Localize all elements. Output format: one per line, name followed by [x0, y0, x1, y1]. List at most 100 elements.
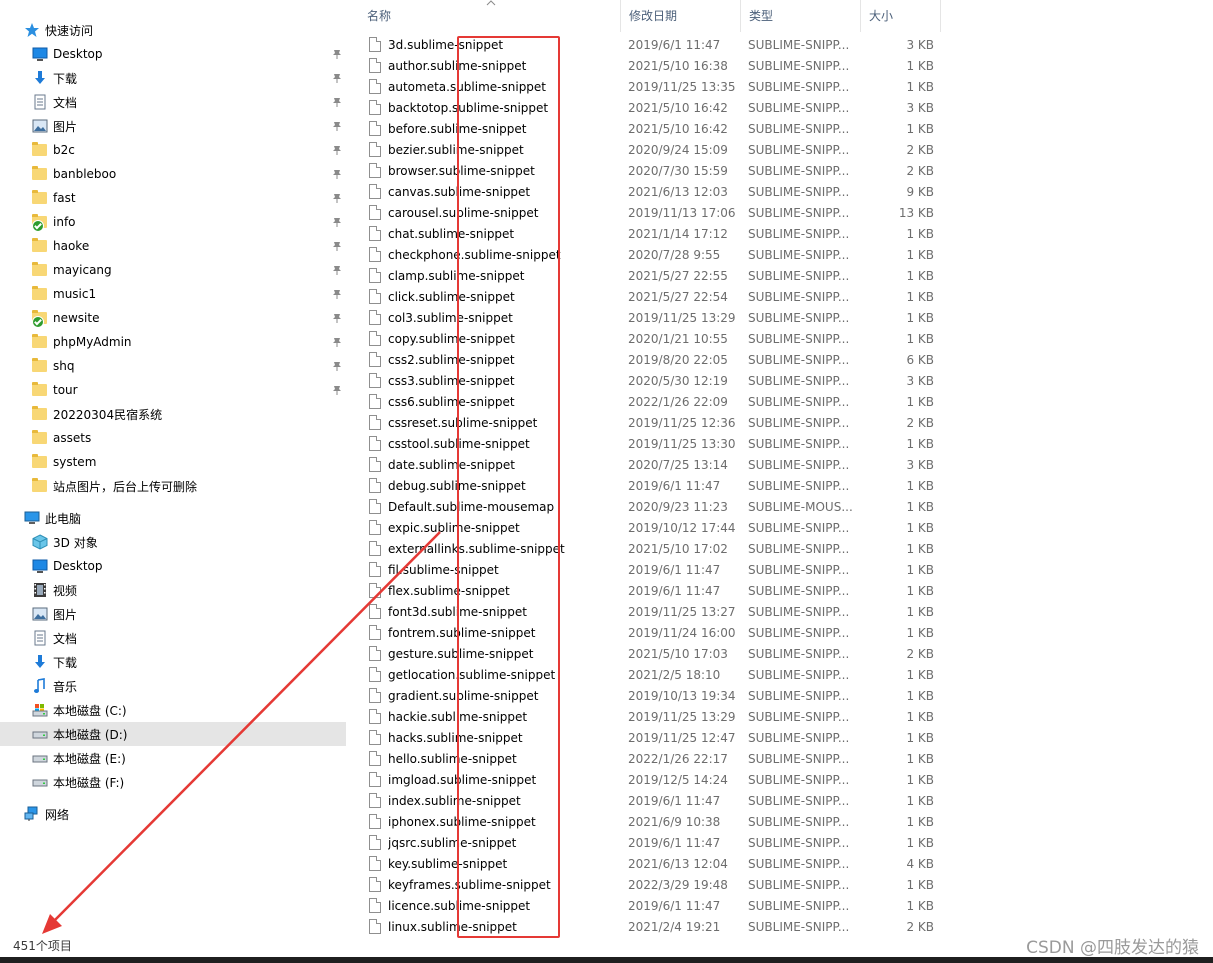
sidebar-item[interactable]: 网络	[0, 802, 346, 826]
pin-icon[interactable]	[331, 384, 343, 396]
file-row[interactable]: csstool.sublime-snippet 2019/11/25 13:30 S…	[348, 434, 943, 455]
file-row[interactable]: autometa.sublime-snippet 2019/11/25 13:35…	[348, 77, 943, 98]
sidebar-item[interactable]: Desktop	[0, 554, 346, 578]
sidebar-item[interactable]: shq	[0, 354, 346, 378]
pin-icon[interactable]	[331, 120, 343, 132]
sidebar-item[interactable]: fast	[0, 186, 346, 210]
sidebar-item[interactable]: 视频	[0, 578, 346, 602]
sidebar-item[interactable]: Desktop	[0, 42, 346, 66]
sidebar-item[interactable]: 本地磁盘 (D:)	[0, 722, 346, 746]
sidebar-item[interactable]: 本地磁盘 (C:)	[0, 698, 346, 722]
pin-icon[interactable]	[331, 312, 343, 324]
file-row[interactable]: fontrem.sublime-snippet 2019/11/24 16:00 S…	[348, 623, 943, 644]
sidebar-item[interactable]: mayicang	[0, 258, 346, 282]
file-row[interactable]: checkphone.sublime-snippet 2020/7/28 9:55…	[348, 245, 943, 266]
file-row[interactable]: copy.sublime-snippet 2020/1/21 10:55 SUBLI…	[348, 329, 943, 350]
pin-icon[interactable]	[331, 360, 343, 372]
file-row[interactable]: debug.sublime-snippet 2019/6/1 11:47 SUBLI…	[348, 476, 943, 497]
file-row[interactable]: backtotop.sublime-snippet 2021/5/10 16:42…	[348, 98, 943, 119]
file-row[interactable]: css6.sublime-snippet 2022/1/26 22:09 SUBLI…	[348, 392, 943, 413]
file-type: SUBLIME-SNIPP...	[748, 248, 850, 262]
sidebar-item[interactable]: tour	[0, 378, 346, 402]
file-row[interactable]: gradient.sublime-snippet 2019/10/13 19:34…	[348, 686, 943, 707]
sidebar-item[interactable]: 文档	[0, 626, 346, 650]
file-row[interactable]: css3.sublime-snippet 2020/5/30 12:19 SUBLI…	[348, 371, 943, 392]
sidebar-item[interactable]: 文档	[0, 90, 346, 114]
file-row[interactable]: carousel.sublime-snippet 2019/11/13 17:06…	[348, 203, 943, 224]
folder-synced-icon	[32, 214, 48, 232]
file-row[interactable]: flex.sublime-snippet 2019/6/1 11:47 SUBLIM…	[348, 581, 943, 602]
file-type: SUBLIME-SNIPP...	[748, 794, 850, 808]
pin-icon[interactable]	[331, 336, 343, 348]
sidebar-item[interactable]: phpMyAdmin	[0, 330, 346, 354]
sidebar-item[interactable]: 本地磁盘 (E:)	[0, 746, 346, 770]
file-row[interactable]: keyframes.sublime-snippet 2022/3/29 19:48…	[348, 875, 943, 896]
file-row[interactable]: chat.sublime-snippet 2021/1/14 17:12 SUBLI…	[348, 224, 943, 245]
sidebar-item[interactable]: 站点图片，后台上传可删除	[0, 474, 346, 498]
sidebar-item[interactable]: 20220304民宿系统	[0, 402, 346, 426]
file-row[interactable]: iphonex.sublime-snippet 2021/6/9 10:38 SUB…	[348, 812, 943, 833]
pin-icon[interactable]	[331, 240, 343, 252]
pin-icon[interactable]	[331, 264, 343, 276]
file-row[interactable]: canvas.sublime-snippet 2021/6/13 12:03 SUB…	[348, 182, 943, 203]
file-row[interactable]: before.sublime-snippet 2021/5/10 16:42 SUB…	[348, 119, 943, 140]
sidebar-item[interactable]: b2c	[0, 138, 346, 162]
sidebar-item[interactable]: system	[0, 450, 346, 474]
file-row[interactable]: clamp.sublime-snippet 2021/5/27 22:55 SUBL…	[348, 266, 943, 287]
file-row[interactable]: getlocation.sublime-snippet 2021/2/5 18:1…	[348, 665, 943, 686]
file-row[interactable]: bezier.sublime-snippet 2020/9/24 15:09 SUB…	[348, 140, 943, 161]
pin-icon[interactable]	[331, 72, 343, 84]
file-row[interactable]: browser.sublime-snippet 2020/7/30 15:59 SU…	[348, 161, 943, 182]
sidebar-item[interactable]: assets	[0, 426, 346, 450]
pin-icon[interactable]	[331, 216, 343, 228]
file-row[interactable]: linux.sublime-snippet 2021/2/4 19:21 SUBLI…	[348, 917, 943, 938]
sidebar-item[interactable]: 快速访问	[0, 18, 346, 42]
file-row[interactable]: font3d.sublime-snippet 2019/11/25 13:27 SU…	[348, 602, 943, 623]
sidebar-item[interactable]: music1	[0, 282, 346, 306]
sidebar-item[interactable]: info	[0, 210, 346, 234]
column-date-header[interactable]: 修改日期	[621, 0, 741, 32]
column-size-header[interactable]: 大小	[861, 0, 941, 32]
file-row[interactable]: hackie.sublime-snippet 2019/11/25 13:29 SU…	[348, 707, 943, 728]
file-row[interactable]: key.sublime-snippet 2021/6/13 12:04 SUBLIM…	[348, 854, 943, 875]
sidebar-item[interactable]: haoke	[0, 234, 346, 258]
sidebar-item[interactable]: 音乐	[0, 674, 346, 698]
file-row[interactable]: expic.sublime-snippet 2019/10/12 17:44 SUB…	[348, 518, 943, 539]
file-row[interactable]: col3.sublime-snippet 2019/11/25 13:29 SUBL…	[348, 308, 943, 329]
pin-icon[interactable]	[331, 144, 343, 156]
file-row[interactable]: imgload.sublime-snippet 2019/12/5 14:24 SU…	[348, 770, 943, 791]
sidebar-item[interactable]: 3D 对象	[0, 530, 346, 554]
sidebar-item[interactable]: newsite	[0, 306, 346, 330]
file-row[interactable]: fil.sublime-snippet 2019/6/1 11:47 SUBLIME…	[348, 560, 943, 581]
file-row[interactable]: Default.sublime-mousemap 2020/9/23 11:23 S…	[348, 497, 943, 518]
file-row[interactable]: date.sublime-snippet 2020/7/25 13:14 SUBLI…	[348, 455, 943, 476]
file-icon	[369, 331, 381, 346]
file-row[interactable]: css2.sublime-snippet 2019/8/20 22:05 SUBLI…	[348, 350, 943, 371]
sidebar-item[interactable]: banbleboo	[0, 162, 346, 186]
pin-icon[interactable]	[331, 168, 343, 180]
sidebar-item[interactable]: 图片	[0, 602, 346, 626]
file-row[interactable]: jqsrc.sublime-snippet 2019/6/1 11:47 SUBLI…	[348, 833, 943, 854]
pin-icon[interactable]	[331, 48, 343, 60]
file-row[interactable]: gesture.sublime-snippet 2021/5/10 17:03 SU…	[348, 644, 943, 665]
pin-icon[interactable]	[331, 96, 343, 108]
sidebar-item[interactable]: 下载	[0, 66, 346, 90]
sidebar-item[interactable]: 本地磁盘 (F:)	[0, 770, 346, 794]
sidebar-item-label: 站点图片，后台上传可删除	[53, 479, 198, 494]
file-row[interactable]: cssreset.sublime-snippet 2019/11/25 12:36…	[348, 413, 943, 434]
file-row[interactable]: click.sublime-snippet 2021/5/27 22:54 SUBL…	[348, 287, 943, 308]
file-row[interactable]: licence.sublime-snippet 2019/6/1 11:47 SUB…	[348, 896, 943, 917]
file-row[interactable]: hello.sublime-snippet 2022/1/26 22:17 SUBL…	[348, 749, 943, 770]
file-row[interactable]: author.sublime-snippet 2021/5/10 16:38 SUB…	[348, 56, 943, 77]
file-row[interactable]: externallinks.sublime-snippet 2021/5/10 1…	[348, 539, 943, 560]
pin-icon[interactable]	[331, 192, 343, 204]
status-item-count: 451个项目	[13, 939, 72, 953]
file-row[interactable]: hacks.sublime-snippet 2019/11/25 12:47 SUB…	[348, 728, 943, 749]
sidebar-item[interactable]: 此电脑	[0, 506, 346, 530]
sidebar-item[interactable]: 下载	[0, 650, 346, 674]
column-type-header[interactable]: 类型	[741, 0, 861, 32]
sidebar-item[interactable]: 图片	[0, 114, 346, 138]
file-row[interactable]: 3d.sublime-snippet 2019/6/1 11:47 SUBLIME-…	[348, 35, 943, 56]
pin-icon[interactable]	[331, 288, 343, 300]
file-row[interactable]: index.sublime-snippet 2019/6/1 11:47 SUBLI…	[348, 791, 943, 812]
